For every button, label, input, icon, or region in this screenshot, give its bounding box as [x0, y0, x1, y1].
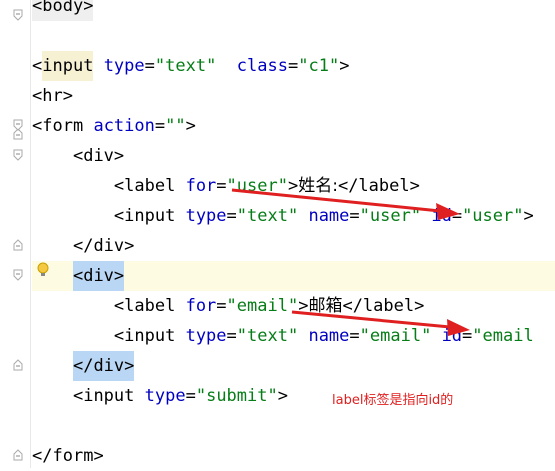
fold-marker-icon[interactable] — [12, 269, 24, 281]
fold-marker-icon[interactable] — [12, 359, 24, 371]
editor-gutter — [0, 0, 32, 468]
code-line[interactable]: </form> — [32, 441, 555, 471]
code-line[interactable]: <label for="email">邮箱</label> — [32, 291, 555, 321]
fold-marker-icon[interactable] — [12, 239, 24, 251]
code-line[interactable]: </div> — [32, 231, 555, 261]
code-line[interactable]: <input type="text" class="c1"> — [32, 51, 555, 81]
annotation-note: label标签是指向id的 — [332, 393, 454, 408]
code-line-current[interactable]: <div> — [32, 261, 555, 291]
fold-marker-icon[interactable] — [12, 119, 24, 131]
lightbulb-icon[interactable] — [36, 262, 50, 278]
fold-marker-icon[interactable] — [12, 149, 24, 161]
code-line[interactable]: <input type="text" name="email" id="emai… — [32, 321, 555, 351]
fold-marker-icon[interactable] — [12, 9, 24, 21]
code-line[interactable]: <div> — [32, 141, 555, 171]
code-line[interactable]: <form action=""> — [32, 111, 555, 141]
code-line[interactable]: </div> — [32, 351, 555, 381]
code-line[interactable]: <hr> — [32, 81, 555, 111]
code-line[interactable]: <label for="user">姓名:</label> — [32, 171, 555, 201]
code-line[interactable]: <input type="submit"> — [32, 381, 555, 411]
code-editor[interactable]: <body> <input type="text" class="c1"> <h… — [32, 0, 555, 468]
gutter-divider — [30, 0, 31, 468]
code-line[interactable]: <input type="text" name="user" id="user"… — [32, 201, 555, 231]
fold-marker-icon[interactable] — [12, 449, 24, 461]
code-line[interactable]: <body> — [32, 0, 555, 21]
